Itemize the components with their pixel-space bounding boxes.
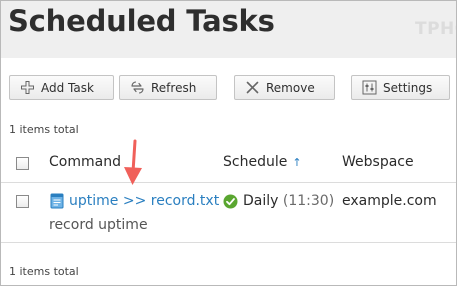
- task-schedule-time: (11:30): [282, 193, 335, 209]
- watermark-text: TPHO: [415, 19, 456, 39]
- column-header-command[interactable]: Command: [49, 154, 121, 170]
- page-header: Scheduled Tasks TPHO: [1, 1, 456, 58]
- close-icon: [246, 81, 259, 94]
- arrow-down-icon: [124, 139, 142, 185]
- remove-button[interactable]: Remove: [234, 75, 335, 100]
- column-header-webspace[interactable]: Webspace: [342, 154, 414, 170]
- task-schedule: Daily (11:30): [243, 193, 334, 209]
- sort-ascending-icon: ↑: [292, 156, 302, 169]
- check-circle-icon: [223, 194, 238, 209]
- row-checkbox[interactable]: [16, 195, 29, 208]
- add-task-button[interactable]: Add Task: [9, 75, 114, 100]
- column-header-schedule-label: Schedule: [223, 154, 288, 170]
- items-total-bottom: 1 items total: [9, 265, 79, 278]
- plus-icon: [21, 81, 34, 94]
- task-description: record uptime: [49, 217, 148, 233]
- add-task-label: Add Task: [41, 80, 94, 95]
- refresh-label: Refresh: [151, 80, 197, 95]
- scheduled-task-icon: [50, 193, 64, 209]
- refresh-button[interactable]: Refresh: [119, 75, 217, 100]
- table-row-divider: [1, 242, 456, 243]
- page-title: Scheduled Tasks: [8, 4, 275, 38]
- settings-button[interactable]: Settings: [351, 75, 450, 100]
- task-webspace: example.com: [342, 193, 437, 209]
- select-all-checkbox[interactable]: [16, 157, 29, 170]
- task-command-link[interactable]: uptime >> record.txt: [69, 193, 219, 209]
- column-header-schedule[interactable]: Schedule ↑: [223, 154, 302, 170]
- settings-label: Settings: [383, 80, 433, 95]
- task-schedule-frequency: Daily: [243, 193, 279, 209]
- remove-label: Remove: [266, 80, 315, 95]
- table-row: [1, 183, 456, 242]
- refresh-icon: [131, 81, 144, 94]
- scheduled-tasks-panel: Scheduled Tasks TPHO Add Task Refresh Re…: [0, 0, 457, 286]
- items-total-top: 1 items total: [9, 123, 79, 136]
- sliders-icon: [362, 80, 377, 95]
